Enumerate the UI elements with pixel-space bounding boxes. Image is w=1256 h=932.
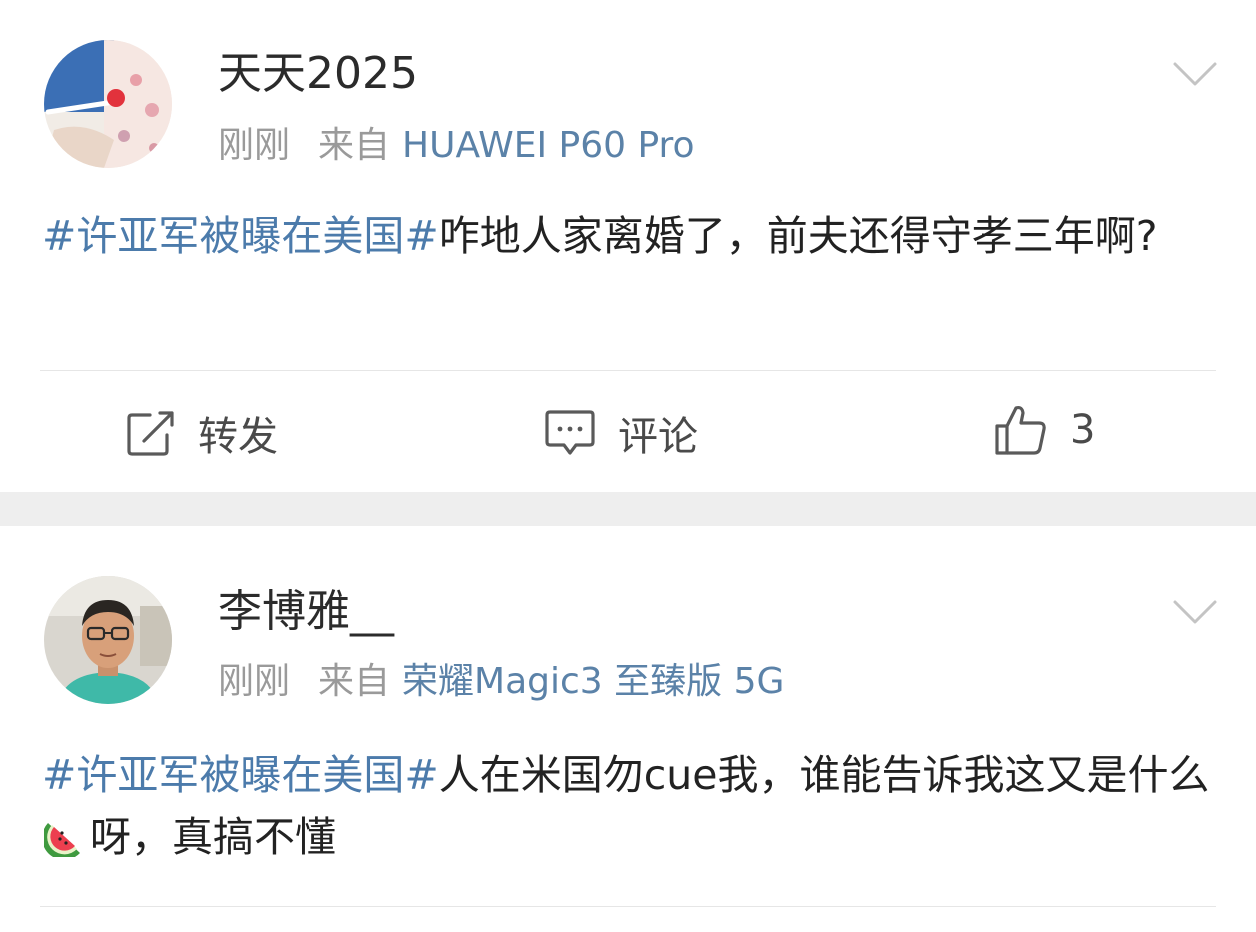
avatar-image: [44, 40, 172, 168]
post-meta: 刚刚 来自 HUAWEI P60 Pro: [218, 128, 695, 164]
source-label: 来自: [318, 125, 391, 166]
chevron-down-icon[interactable]: [1172, 60, 1218, 88]
repost-button[interactable]: 转发: [126, 404, 278, 462]
feed-separator: [0, 492, 1256, 526]
username[interactable]: 天天2025: [218, 52, 418, 96]
repost-label: 转发: [198, 414, 278, 460]
divider: [40, 370, 1216, 371]
like-button[interactable]: 3: [994, 404, 1095, 456]
avatar-image: [44, 576, 172, 704]
like-count: 3: [1070, 407, 1096, 453]
thumbs-up-icon: [995, 405, 1046, 455]
post-card: 李博雅__ 刚刚 来自 荣耀Magic3 至臻版 5G #许亚军被曝在美国#人在米国…: [0, 526, 1256, 932]
post-text: 咋地人家离婚了，前夫还得守孝三年啊?: [438, 212, 1158, 260]
user-avatar[interactable]: [44, 576, 172, 704]
chevron-down-icon[interactable]: [1172, 598, 1218, 626]
repost-icon: [127, 411, 174, 456]
device-link[interactable]: 荣耀Magic3 至臻版 5G: [402, 661, 784, 702]
post-card: 天天2025 刚刚 来自 HUAWEI P60 Pro #许亚军被曝在美国#咋地人家…: [0, 0, 1256, 492]
post-time: 刚刚: [218, 125, 291, 166]
device-link[interactable]: HUAWEI P60 Pro: [402, 125, 695, 166]
watermelon-emoji: [44, 823, 80, 857]
post-meta: 刚刚 来自 荣耀Magic3 至臻版 5G: [218, 664, 784, 700]
source-label: 来自: [318, 661, 391, 702]
comment-icon: [545, 410, 595, 455]
comment-label: 评论: [618, 414, 698, 460]
post-content: #许亚军被曝在美国#人在米国勿cue我，谁能告诉我这又是什么 呀，真搞不懂: [42, 744, 1216, 868]
post-time: 刚刚: [218, 661, 291, 702]
topic-link[interactable]: #许亚军被曝在美国#: [42, 212, 439, 260]
action-bar: 转发 评论 3: [0, 404, 1256, 464]
divider: [40, 906, 1216, 907]
post-text: 人在米国勿cue我，谁能告诉我这又是什么: [438, 751, 1210, 799]
comment-button[interactable]: 评论: [544, 404, 698, 462]
user-avatar[interactable]: [44, 40, 172, 168]
post-content: #许亚军被曝在美国#咋地人家离婚了，前夫还得守孝三年啊?: [42, 205, 1216, 267]
username[interactable]: 李博雅__: [218, 590, 394, 634]
post-text-continued: 呀，真搞不懂: [90, 813, 336, 861]
topic-link[interactable]: #许亚军被曝在美国#: [42, 751, 439, 799]
